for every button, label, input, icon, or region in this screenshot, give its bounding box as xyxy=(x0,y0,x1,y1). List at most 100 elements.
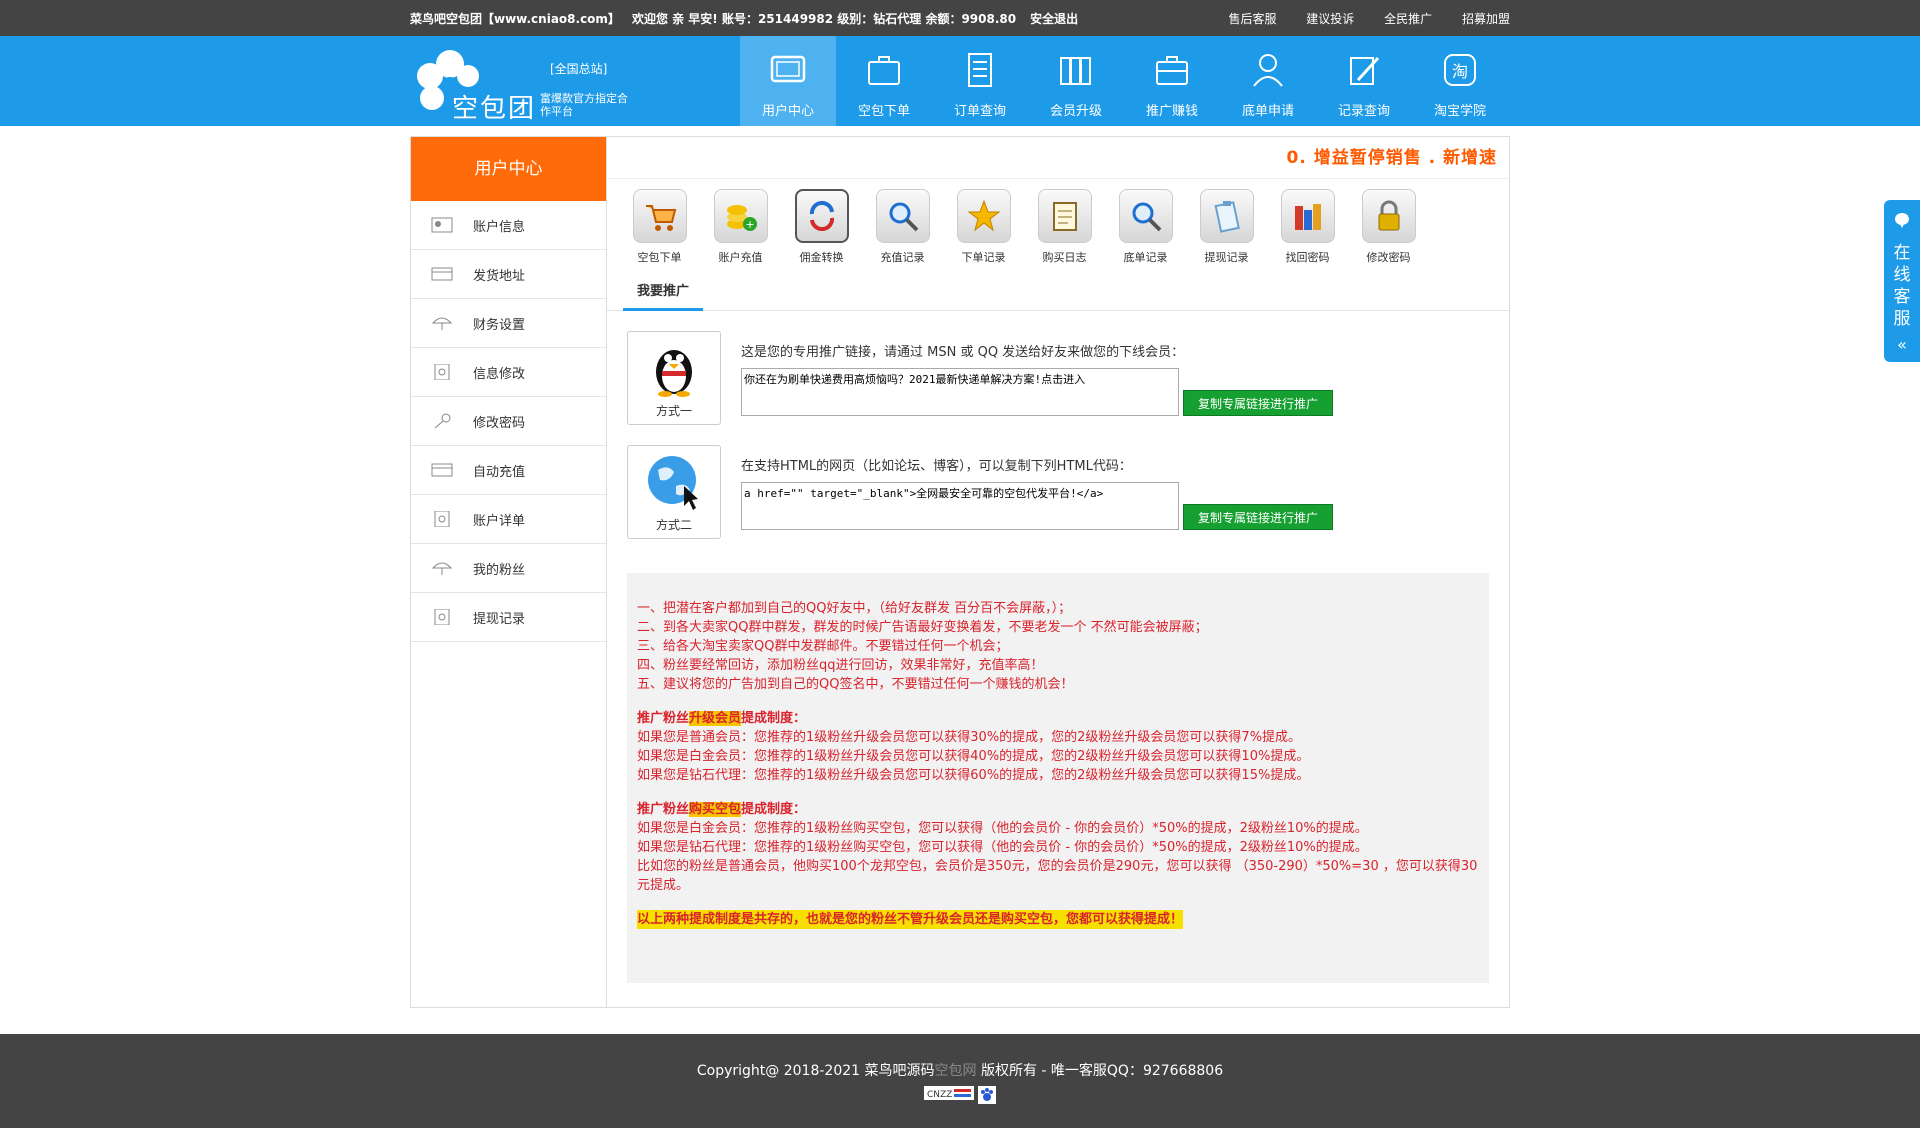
nav-label: 底单申请 xyxy=(1241,104,1294,119)
method-two-box: 方式二 xyxy=(627,445,721,539)
tool-place-order[interactable]: 空包下单 xyxy=(619,189,700,265)
card-icon xyxy=(431,267,453,281)
logo-hq: [全国总站] xyxy=(550,62,608,76)
sidebar-item-withdraw-records[interactable]: 提现记录 xyxy=(411,593,606,642)
nav-record-query[interactable]: 记录查询 xyxy=(1316,36,1412,126)
tool-label: 空包下单 xyxy=(637,251,682,264)
tool-change-password[interactable]: 修改密码 xyxy=(1348,189,1429,265)
upgrade-heading: 推广粉丝升级会员提成制度： xyxy=(637,711,807,726)
link-after-sales[interactable]: 售后客服 xyxy=(1228,12,1276,26)
nav-taobao-academy[interactable]: 淘 淘宝学院 xyxy=(1412,36,1508,126)
sidebar-item-label: 信息修改 xyxy=(473,366,526,382)
tool-recover-password[interactable]: 找回密码 xyxy=(1267,189,1348,265)
umbrella-icon xyxy=(431,317,453,330)
safe-icon xyxy=(434,511,450,527)
tool-label: 佣金转换 xyxy=(799,251,844,264)
tool-recharge[interactable]: + 账户充值 xyxy=(700,189,781,265)
tool-order-records[interactable]: 下单记录 xyxy=(943,189,1024,265)
logo-name: 空包团 xyxy=(452,94,537,124)
chat-icon xyxy=(1895,213,1909,228)
nav-place-order[interactable]: 空包下单 xyxy=(836,36,932,126)
nav-member-upgrade[interactable]: 会员升级 xyxy=(1028,36,1124,126)
copy-link-button-1[interactable]: 复制专属链接进行推广 xyxy=(1183,390,1334,416)
sidebar-item-label: 账户详单 xyxy=(473,513,526,529)
welcome-text: 欢迎您 亲 早安! 账号：251449982 级别：钻石代理 余额：9908.8… xyxy=(631,11,1017,26)
sidebar-item-my-fans[interactable]: 我的粉丝 xyxy=(411,544,606,593)
method-two-label: 方式二 xyxy=(655,518,692,532)
online-service-button[interactable]: 在线客服 « xyxy=(1884,200,1920,362)
sidebar-item-finance-settings[interactable]: 财务设置 xyxy=(411,299,606,348)
tool-label: 提现记录 xyxy=(1204,251,1249,264)
paw-icon[interactable] xyxy=(978,1086,996,1104)
sidebar-item-shipping-address[interactable]: 发货地址 xyxy=(411,250,606,299)
coins-icon: + xyxy=(726,205,757,231)
promo-marquee: 0. 增益暂停销售 . 新增速 xyxy=(607,137,1509,179)
tool-commission-convert[interactable]: 佣金转换 xyxy=(781,189,862,265)
nav-label: 会员升级 xyxy=(1049,104,1102,119)
footer-badges: CNZZ xyxy=(0,1086,1920,1104)
main-nav: 用户中心 空包下单 订单查询 会员升级 推广赚钱 底单申请 记录查询 淘 淘宝学… xyxy=(740,36,1508,126)
method-one-desc: 这是您的专用推广链接，请通过 MSN 或 QQ 发送给好友来做您的下线会员： xyxy=(741,345,1185,360)
footer-brand[interactable]: 空包网 xyxy=(935,1063,977,1079)
buy-heading: 推广粉丝购买空包提成制度： xyxy=(637,802,807,817)
link-promote[interactable]: 全民推广 xyxy=(1384,12,1432,26)
online-service-label: 在线客服 xyxy=(1893,243,1911,329)
tool-label: 下单记录 xyxy=(961,251,1006,264)
notepad-icon xyxy=(1052,202,1077,231)
tool-label: 找回密码 xyxy=(1285,251,1330,264)
upgrade-highlight: 升级会员 xyxy=(689,711,742,726)
document-icon xyxy=(968,53,992,87)
method-one: 方式一 这是您的专用推广链接，请通过 MSN 或 QQ 发送给好友来做您的下线会… xyxy=(627,331,1509,425)
sidebar-item-account-details[interactable]: 账户详单 xyxy=(411,495,606,544)
tool-receipt-records[interactable]: 底单记录 xyxy=(1105,189,1186,265)
sidebar-item-auto-recharge[interactable]: 自动充值 xyxy=(411,446,606,495)
copy-link-button-2[interactable]: 复制专属链接进行推广 xyxy=(1183,504,1334,530)
briefcase-icon xyxy=(1156,56,1188,85)
umbrella-icon xyxy=(431,562,453,575)
note-line: 四、粉丝要经常回访，添加粉丝qq进行回访，效果非常好，充值率高！ xyxy=(637,658,1044,673)
logout-link[interactable]: 安全退出 xyxy=(1030,12,1078,26)
content-area: 0. 增益暂停销售 . 新增速 空包下单 + 账户充值 佣金转换 充值记录 下单记… xyxy=(607,137,1509,1007)
safe-icon xyxy=(434,364,450,380)
nav-user-center[interactable]: 用户中心 xyxy=(740,36,836,126)
link-complaint[interactable]: 建议投诉 xyxy=(1306,12,1354,26)
buy-highlight: 购买空包 xyxy=(689,802,742,817)
tool-withdraw-records[interactable]: 提现记录 xyxy=(1186,189,1267,265)
clipboard-icon xyxy=(1214,201,1240,233)
nav-label: 用户中心 xyxy=(761,104,814,119)
sidebar-item-change-password[interactable]: 修改密码 xyxy=(411,397,606,446)
sidebar-title: 用户中心 xyxy=(411,137,606,201)
upgrade-line: 如果您是钻石代理：您推荐的1级粉丝升级会员您可以获得60%的提成，您的2级粉丝升… xyxy=(637,768,1310,783)
html-code-textarea[interactable]: a href="" target="_blank">全网最安全可靠的空包代发平台… xyxy=(741,482,1179,530)
tab-promote[interactable]: 我要推广 xyxy=(623,279,704,311)
star-icon xyxy=(967,199,1000,232)
tool-recharge-records[interactable]: 充值记录 xyxy=(862,189,943,265)
top-bar: 菜鸟吧空包团【www.cniao8.com】 欢迎您 亲 早安! 账号：25144… xyxy=(0,0,1920,36)
final-note: 以上两种提成制度是共存的，也就是您的粉丝不管升级会员还是购买空包，您都可以获得提… xyxy=(637,910,1184,929)
sidebar-item-label: 账户信息 xyxy=(473,219,526,235)
link-join[interactable]: 招募加盟 xyxy=(1462,12,1510,26)
promo-link-textarea[interactable]: 你还在为刷单快递费用高烦恼吗？2021最新快递单解决方案!点击进入 xyxy=(741,368,1179,416)
nav-label: 空包下单 xyxy=(857,104,910,119)
note-line: 三、给各大淘宝卖家QQ群中发群邮件。不要错过任何一个机会； xyxy=(637,639,1009,654)
svg-text:+: + xyxy=(745,218,754,231)
nav-promote-earn[interactable]: 推广赚钱 xyxy=(1124,36,1220,126)
tool-label: 底单记录 xyxy=(1123,251,1168,264)
tool-purchase-log[interactable]: 购买日志 xyxy=(1024,189,1105,265)
promotion-notes: 一、把潜在客户都加到自己的QQ好友中，（给好友群发 百分百不会屏蔽，）； 二、到… xyxy=(627,573,1489,983)
sidebar-item-edit-info[interactable]: 信息修改 xyxy=(411,348,606,397)
footer: Copyright@ 2018-2021 菜鸟吧源码空包网 版权所有 - 唯一客… xyxy=(0,1034,1920,1128)
sidebar-item-account-info[interactable]: 账户信息 xyxy=(411,201,606,250)
note-line: 二、到各大卖家QQ群中群发，群发的时候广告语最好变换着发，不要老发一个 不然可能… xyxy=(637,620,1208,635)
lock-icon xyxy=(1378,200,1399,231)
nav-receipt-apply[interactable]: 底单申请 xyxy=(1220,36,1316,126)
key-icon xyxy=(434,413,451,429)
sidebar-item-label: 提现记录 xyxy=(473,611,526,627)
buy-line: 比如您的粉丝是普通会员，他购买100个龙邦空包，会员价是350元，您的会员价是2… xyxy=(637,859,1478,893)
refresh-icon xyxy=(809,201,834,231)
users-icon xyxy=(1253,54,1283,87)
cnzz-badge-icon[interactable]: CNZZ xyxy=(924,1086,974,1100)
upgrade-line: 如果您是白金会员：您推荐的1级粉丝升级会员您可以获得40%的提成，您的2级粉丝升… xyxy=(637,749,1310,764)
logo[interactable]: 空包团 [全国总站] 富爆款官方指定合作平台 xyxy=(410,36,740,126)
nav-order-query[interactable]: 订单查询 xyxy=(932,36,1028,126)
